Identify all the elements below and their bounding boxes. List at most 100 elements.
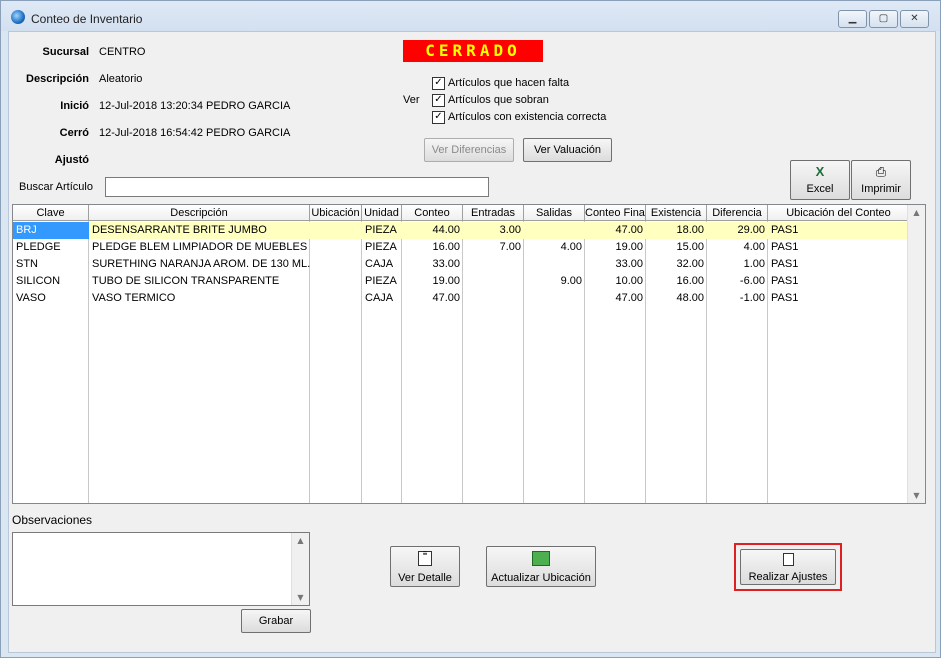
- scroll-down-icon[interactable]: ▼: [908, 488, 925, 503]
- cell-diferencia: 4.00: [743, 241, 765, 253]
- table-row[interactable]: PLEDGE PLEDGE BLEM LIMPIADOR DE MUEBLES …: [13, 239, 909, 256]
- inventory-grid[interactable]: Clave Descripción Ubicación Unidad Conte…: [12, 204, 926, 504]
- ver-label: Ver: [403, 94, 420, 106]
- col-header-conteo-final[interactable]: Conteo Final: [585, 205, 646, 221]
- ver-valuacion-button[interactable]: Ver Valuación: [523, 138, 612, 162]
- cell-unidad: PIEZA: [365, 275, 397, 287]
- cell-ubicacion: [310, 222, 362, 239]
- cell-salidas: 9.00: [560, 275, 582, 287]
- col-header-descripcion[interactable]: Descripción: [89, 205, 310, 221]
- cell-existencia: 15.00: [676, 241, 704, 253]
- cell-salidas: [524, 290, 585, 307]
- col-header-ubicacion-conteo[interactable]: Ubicación del Conteo: [768, 205, 910, 221]
- col-header-ubicacion[interactable]: Ubicación: [310, 205, 362, 221]
- col-header-diferencia[interactable]: Diferencia: [707, 205, 768, 221]
- cell-unidad: PIEZA: [365, 224, 397, 236]
- app-icon: [11, 10, 25, 24]
- detail-list-icon: ≡: [418, 550, 432, 566]
- document-icon: [782, 553, 794, 566]
- excel-button-label: Excel: [806, 183, 834, 195]
- cell-clave: SILICON: [16, 275, 61, 287]
- close-button[interactable]: ✕: [900, 10, 929, 28]
- imprimir-button-label: Imprimir: [861, 183, 901, 195]
- cell-ubicacion: [310, 273, 362, 290]
- ver-diferencias-button[interactable]: Ver Diferencias: [424, 138, 514, 162]
- observaciones-scrollbar[interactable]: ▲ ▼: [291, 533, 309, 605]
- excel-icon: X: [815, 164, 825, 179]
- cell-clave: VASO: [16, 292, 46, 304]
- grabar-button[interactable]: Grabar: [241, 609, 311, 633]
- cell-unidad: PIEZA: [365, 241, 397, 253]
- cell-conteo-final: 47.00: [615, 224, 643, 236]
- checkbox-sobran[interactable]: ✓: [432, 94, 445, 107]
- cell-ubicacion-conteo: PAS1: [771, 241, 799, 253]
- checkbox-sobran-label: Artículos que sobran: [448, 94, 549, 106]
- cell-ubicacion: [310, 239, 362, 256]
- realizar-ajustes-button[interactable]: Realizar Ajustes: [740, 549, 836, 585]
- cell-diferencia: -6.00: [739, 275, 765, 287]
- scroll-up-icon[interactable]: ▲: [908, 205, 925, 220]
- actualizar-ubicacion-button-label: Actualizar Ubicación: [491, 572, 591, 584]
- cell-existencia: 32.00: [676, 258, 704, 270]
- cell-conteo: 16.00: [432, 241, 460, 253]
- col-header-entradas[interactable]: Entradas: [463, 205, 524, 221]
- sucursal-value: CENTRO: [99, 46, 146, 58]
- cell-entradas: [463, 273, 524, 290]
- grid-scrollbar[interactable]: ▲ ▼: [907, 205, 925, 503]
- cell-clave: STN: [16, 258, 38, 270]
- cell-salidas: [524, 256, 585, 273]
- cell-ubicacion: [310, 290, 362, 307]
- col-header-salidas[interactable]: Salidas: [524, 205, 585, 221]
- printer-icon: ⎙: [875, 164, 887, 179]
- search-label: Buscar Artículo: [19, 181, 93, 193]
- col-header-existencia[interactable]: Existencia: [646, 205, 707, 221]
- cell-conteo-final: 10.00: [615, 275, 643, 287]
- scroll-up-icon[interactable]: ▲: [292, 533, 309, 548]
- maximize-button[interactable]: ▢: [869, 10, 898, 28]
- table-row[interactable]: SILICON TUBO DE SILICON TRANSPARENTE PIE…: [13, 273, 909, 290]
- sucursal-label: Sucursal: [42, 46, 89, 58]
- cell-clave: BRJ: [13, 222, 89, 239]
- cell-entradas: [463, 290, 524, 307]
- cell-ubicacion-conteo: PAS1: [771, 275, 799, 287]
- cell-diferencia: 1.00: [743, 258, 765, 270]
- imprimir-button[interactable]: ⎙ Imprimir: [851, 160, 911, 200]
- excel-button[interactable]: X Excel: [790, 160, 850, 200]
- checkbox-faltan-label: Artículos que hacen falta: [448, 77, 570, 89]
- minimize-icon: ▁: [848, 13, 857, 24]
- search-input[interactable]: [105, 177, 489, 197]
- cell-salidas: 4.00: [560, 241, 582, 253]
- col-header-unidad[interactable]: Unidad: [362, 205, 402, 221]
- descripcion-value: Aleatorio: [99, 73, 143, 85]
- observaciones-textarea[interactable]: ▲ ▼: [12, 532, 310, 606]
- cell-conteo-final: 33.00: [615, 258, 643, 270]
- table-row[interactable]: BRJ DESENSARRANTE BRITE JUMBO PIEZA 44.0…: [13, 222, 909, 239]
- ver-detalle-button[interactable]: ≡ Ver Detalle: [390, 546, 460, 587]
- close-icon: ✕: [910, 13, 919, 24]
- table-row[interactable]: STN SURETHING NARANJA AROM. DE 130 ML. C…: [13, 256, 909, 273]
- cell-conteo: 47.00: [432, 292, 460, 304]
- ajusto-label: Ajustó: [54, 154, 89, 166]
- table-row[interactable]: VASO VASO TERMICO CAJA 47.00 47.00 48.00…: [13, 290, 909, 307]
- cell-conteo: 44.00: [432, 224, 460, 236]
- cerro-value: 12-Jul-2018 16:54:42 PEDRO GARCIA: [99, 127, 291, 139]
- cell-entradas: 3.00: [499, 224, 521, 236]
- actualizar-ubicacion-button[interactable]: Actualizar Ubicación: [486, 546, 596, 587]
- minimize-button[interactable]: ▁: [838, 10, 867, 28]
- cell-diferencia: 29.00: [737, 224, 765, 236]
- col-header-clave[interactable]: Clave: [13, 205, 89, 221]
- cell-ubicacion-conteo: PAS1: [771, 292, 799, 304]
- cell-descripcion: PLEDGE BLEM LIMPIADOR DE MUEBLES: [92, 241, 308, 253]
- scroll-down-icon[interactable]: ▼: [292, 590, 309, 605]
- cell-descripcion: VASO TERMICO: [92, 292, 176, 304]
- cell-entradas: 7.00: [499, 241, 521, 253]
- cell-ubicacion-conteo: PAS1: [771, 258, 799, 270]
- cell-existencia: 16.00: [676, 275, 704, 287]
- title-bar: Conteo de Inventario ▁ ▢ ✕: [1, 1, 940, 31]
- realizar-ajustes-button-label: Realizar Ajustes: [748, 571, 828, 583]
- cell-unidad: CAJA: [365, 292, 394, 304]
- checkbox-correcta[interactable]: ✓: [432, 111, 445, 124]
- col-header-conteo[interactable]: Conteo: [402, 205, 463, 221]
- descripcion-label: Descripción: [26, 73, 89, 85]
- checkbox-faltan[interactable]: ✓: [432, 77, 445, 90]
